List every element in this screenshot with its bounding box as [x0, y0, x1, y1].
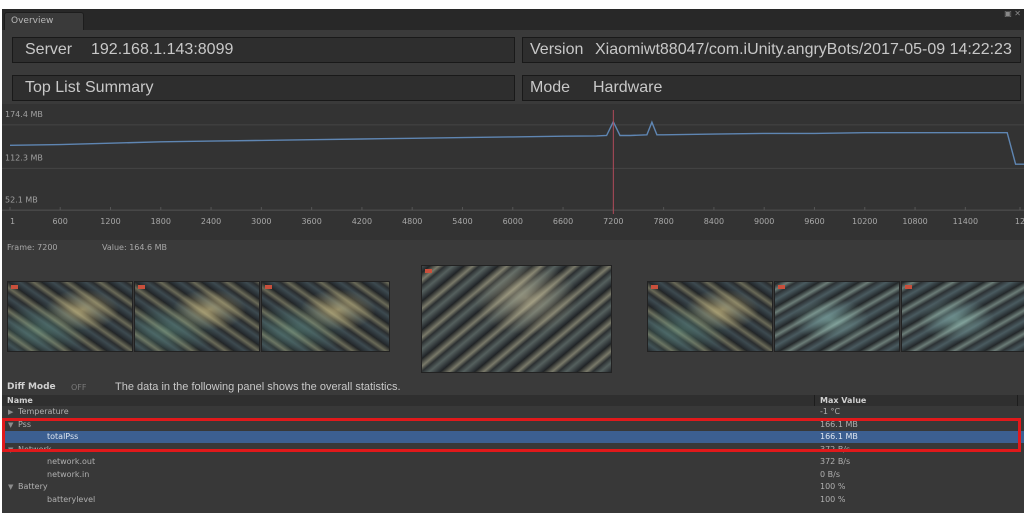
server-field[interactable]: Server 192.168.1.143:8099 — [12, 37, 515, 63]
row-max-value: 166.1 MB — [820, 419, 858, 429]
x-tick-label: 4800 — [402, 217, 422, 226]
x-tick-label: 9000 — [754, 217, 774, 226]
row-name: Network — [18, 444, 52, 454]
column-header-max-value[interactable]: Max Value — [820, 395, 866, 406]
row-max-value: 100 % — [820, 482, 846, 491]
table-row[interactable]: ▼ Network 372 B/s — [2, 444, 1024, 456]
x-tick-label: 3000 — [251, 217, 271, 226]
x-tick-label: 5400 — [452, 217, 472, 226]
column-header-name[interactable]: Name — [7, 395, 33, 406]
x-tick-label: 1800 — [151, 217, 171, 226]
row-max-value: 166.1 MB — [820, 432, 858, 441]
y-axis-label: 174.4 MB — [5, 110, 43, 119]
table-row[interactable]: network.out 372 B/s — [2, 456, 1024, 468]
screenshot-thumbnail[interactable] — [261, 281, 390, 352]
row-name: Battery — [18, 482, 48, 491]
diff-mode-bar: Diff Mode OFF The data in the following … — [2, 381, 1024, 395]
diff-description: The data in the following panel shows th… — [115, 381, 401, 393]
x-tick-label: 7800 — [653, 217, 673, 226]
toplist-value: Summary — [85, 79, 154, 96]
x-tick-label: 4200 — [352, 217, 372, 226]
x-tick-label: 6600 — [553, 217, 573, 226]
version-field[interactable]: Version Xiaomiwt88047/com.iUnity.angryBo… — [522, 37, 1021, 63]
collapse-arrow-icon[interactable]: ▼ — [8, 419, 13, 431]
mode-value: Hardware — [593, 79, 663, 96]
x-tick-label: 10800 — [902, 217, 927, 226]
x-tick-label: 2400 — [201, 217, 221, 226]
x-tick-label: 7200 — [603, 217, 623, 226]
x-tick-label: 11400 — [953, 217, 978, 226]
x-tick-label: 8400 — [704, 217, 724, 226]
diff-mode-label: Diff Mode — [7, 382, 56, 392]
table-row[interactable]: batterylevel 100 % — [2, 494, 1024, 506]
frame-number: Frame: 7200 — [7, 243, 58, 252]
x-tick-label: 9600 — [804, 217, 824, 226]
row-max-value: 0 B/s — [820, 469, 840, 479]
table-row[interactable]: ▶ Temperature -1 °C — [2, 406, 1024, 418]
screenshot-thumbnail[interactable] — [901, 281, 1024, 352]
stats-table: Name Max Value ▶ Temperature -1 °C ▼ Pss 166.… — [2, 395, 1024, 513]
table-row[interactable]: totalPss 166.1 MB — [2, 431, 1024, 443]
table-row[interactable]: network.in 0 B/s — [2, 469, 1024, 481]
series-line — [9, 120, 1024, 165]
memory-chart-svg[interactable]: 174.4 MB 112.3 MB 52.1 MB 1 600 1200 1800 2400 3… — [2, 104, 1024, 240]
row-max-value: 372 B/s — [820, 444, 851, 454]
x-tick-label: 6000 — [503, 217, 523, 226]
mode-label: Mode — [530, 79, 571, 96]
row-name: Pss — [18, 419, 32, 429]
overview-window: Overview ▣ ✕ Server 192.168.1.143:8099 V… — [2, 9, 1024, 513]
memory-chart[interactable]: 174.4 MB 112.3 MB 52.1 MB 1 600 1200 1800 2400 3… — [2, 104, 1024, 240]
frame-info: Frame: 7200 Value: 164.6 MB — [7, 243, 167, 252]
window-controls-icon[interactable]: ▣ ✕ — [1004, 10, 1021, 18]
diff-mode-toggle[interactable]: OFF — [71, 383, 87, 392]
collapse-arrow-icon[interactable]: ▼ — [8, 481, 13, 493]
y-axis-label: 112.3 MB — [5, 153, 43, 162]
server-value: 192.168.1.143:8099 — [91, 41, 234, 58]
screenshot-thumbnail[interactable] — [774, 281, 900, 352]
table-row[interactable]: ▼ Pss 166.1 MB — [2, 419, 1024, 431]
tab-overview[interactable]: Overview — [4, 12, 84, 30]
x-tick-label: 1 — [10, 217, 15, 226]
table-header: Name Max Value — [2, 395, 1024, 406]
screenshot-thumbnail[interactable] — [7, 281, 133, 352]
mode-field[interactable]: Mode Hardware — [522, 75, 1021, 101]
x-tick-label: 1200 — [100, 217, 120, 226]
screenshot-selected[interactable] — [421, 265, 612, 373]
row-name: network.in — [47, 469, 90, 479]
row-name: network.out — [47, 457, 96, 466]
row-name: Temperature — [18, 407, 69, 416]
y-axis-label: 52.1 MB — [5, 196, 38, 205]
tab-strip: Overview ▣ ✕ — [2, 9, 1024, 30]
version-value: Xiaomiwt88047/com.iUnity.angryBots/2017-… — [595, 41, 1012, 58]
row-max-value: 100 % — [820, 494, 846, 504]
row-max-value: -1 °C — [820, 407, 841, 416]
row-max-value: 372 B/s — [820, 457, 851, 466]
version-label: Version — [530, 41, 584, 58]
table-row[interactable]: ▼ Battery 100 % — [2, 481, 1024, 493]
server-label: Server — [25, 41, 73, 58]
x-tick-label: 10200 — [852, 217, 877, 226]
frame-value: Value: 164.6 MB — [102, 243, 168, 252]
row-name: totalPss — [47, 432, 79, 441]
screenshot-thumbnail[interactable] — [647, 281, 773, 352]
collapse-arrow-icon[interactable]: ▼ — [8, 444, 13, 456]
expand-arrow-icon[interactable]: ▶ — [8, 406, 13, 418]
x-tick-label: 3600 — [301, 217, 321, 226]
screenshot-thumbnail[interactable] — [134, 281, 260, 352]
x-tick-label: 12 — [1015, 217, 1024, 226]
toplist-label: Top List — [25, 79, 81, 96]
row-name: batterylevel — [47, 494, 96, 504]
x-tick-label: 600 — [53, 217, 68, 226]
toplist-field[interactable]: Top List Summary — [12, 75, 515, 101]
